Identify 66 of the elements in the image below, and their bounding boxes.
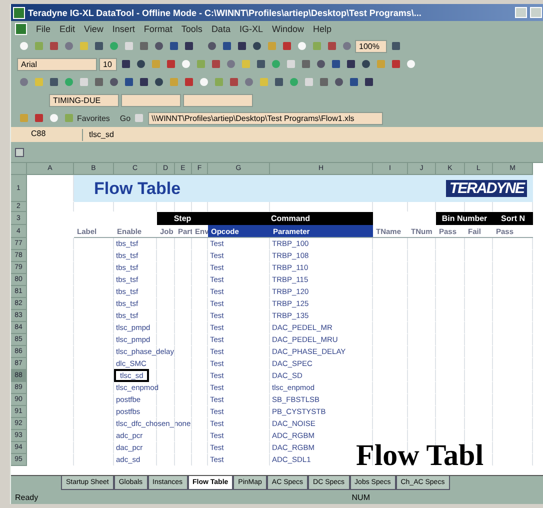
toolbar-button[interactable] [122,76,135,88]
toolbar-button[interactable] [325,40,338,52]
toolbar-button[interactable] [47,40,60,52]
menu-item[interactable]: Window [272,24,304,34]
group-header: Bin Number [436,212,493,225]
toolbar-button[interactable] [182,40,195,52]
menu-item[interactable]: IG-XL [239,24,263,34]
document-icon [15,23,27,35]
window-title: Teradyne IG-XL DataTool - Offline Mode - C:\WINNT\Profiles\artiep\Desktop\Test Programs\... [28,8,422,18]
sheet-select[interactable]: TIMING-DUE [49,94,119,106]
font-size-select[interactable]: 10 [99,58,117,70]
toolbar-button[interactable] [329,58,342,70]
toolbar-button[interactable] [347,76,360,88]
toolbar-button[interactable] [164,58,177,70]
toolbar-button[interactable] [344,58,357,70]
menu-item[interactable]: Help [312,24,332,34]
name-box[interactable]: C88 [13,128,83,140]
toolbar-select[interactable] [121,94,181,106]
toolbar-button[interactable] [137,76,150,88]
menu-item[interactable]: Insert [112,24,135,34]
toolbar-button[interactable] [137,40,150,52]
toolbar-button[interactable] [272,76,285,88]
menu-item[interactable]: Format [144,24,172,34]
toolbar-button[interactable] [92,40,105,52]
toolbar-button[interactable] [254,58,267,70]
overlay-caption: Flow Tabl [356,439,484,473]
select-all-button[interactable] [11,163,27,175]
favorites-menu[interactable]: Favorites [77,114,110,122]
toolbar-button[interactable] [167,40,180,52]
address-field[interactable]: \\WINNT\Profiles\artiep\Desktop\Test Programs\Flow1.xls [148,112,383,124]
toolbar-button[interactable] [209,58,222,70]
toolbar-button[interactable] [119,58,132,70]
formula-content[interactable]: tlsc_sd [89,130,114,139]
toolbar-button[interactable] [47,76,60,88]
menu-item[interactable]: View [84,24,104,34]
toolbar-button[interactable] [227,76,240,88]
outline-level-button[interactable] [15,148,24,156]
minimize-button[interactable] [515,7,527,18]
toolbar-button[interactable] [299,58,312,70]
go-menu[interactable]: Go [120,114,131,122]
toolbar-button[interactable] [32,112,45,124]
menu-item[interactable]: Data [211,24,230,34]
toolbar-button[interactable] [389,58,402,70]
toolbar-button[interactable] [235,40,248,52]
status-text: Ready [15,492,38,502]
group-header: Sort N [493,212,533,225]
menu-item[interactable]: Tools [181,24,202,34]
maximize-button[interactable] [530,7,542,18]
menu-item[interactable]: Edit [60,24,76,34]
toolbar-button[interactable] [389,40,402,52]
zoom-select[interactable]: 100% [355,40,387,52]
toolbar-button[interactable] [362,76,375,88]
group-header: Command [208,212,373,225]
toolbar-button[interactable] [220,40,233,52]
menu-item[interactable]: File [36,24,51,34]
status-indicator: NUM [352,492,370,502]
toolbar-button[interactable] [182,76,195,88]
app-icon [13,6,25,18]
group-header: Step [157,212,208,225]
toolbar-select[interactable] [183,94,253,106]
toolbar-button[interactable] [92,76,105,88]
toolbar-button[interactable] [280,40,293,52]
company-logo: TERADYNE [446,180,527,197]
font-select[interactable]: Arial [17,58,97,70]
toolbar-button[interactable] [317,76,330,88]
sheet-title: Flow Table [94,178,181,198]
